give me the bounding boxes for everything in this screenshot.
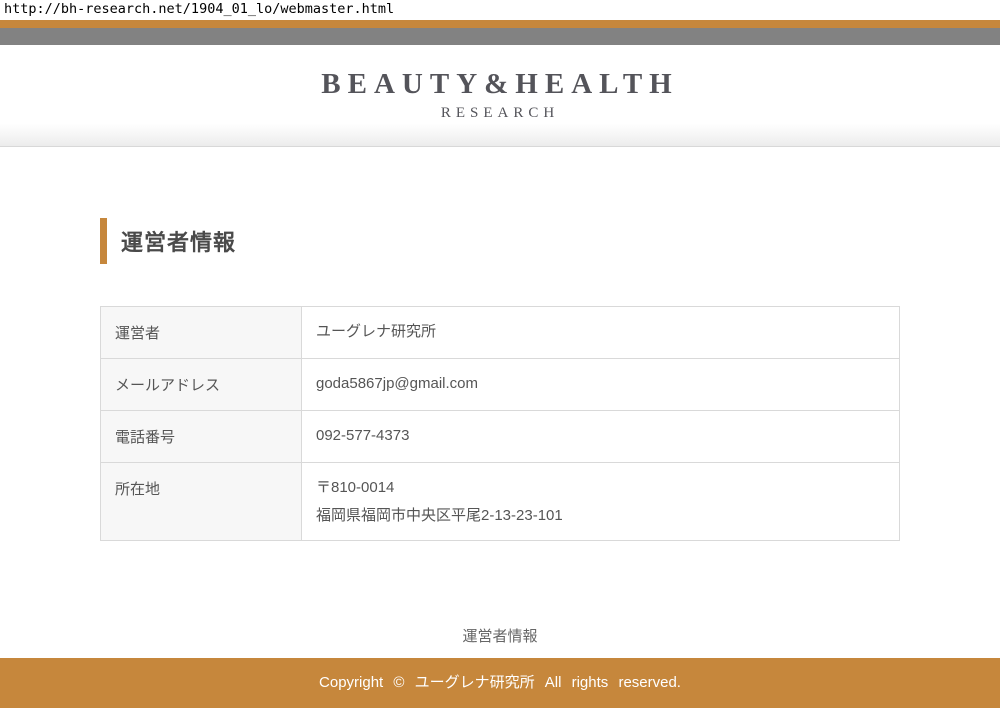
row-value: 092-577-4373 — [302, 411, 900, 463]
row-label: メールアドレス — [101, 359, 302, 411]
row-value-line: ユーグレナ研究所 — [316, 322, 885, 341]
logo-subtitle: RESEARCH — [321, 105, 678, 122]
copyright-bar: Copyright © ユーグレナ研究所 All rights reserved… — [0, 658, 1000, 708]
footer-nav: 運営者情報 — [100, 625, 900, 646]
table-row-email: メールアドレス goda5867jp@gmail.com — [101, 359, 900, 411]
row-value-line: 〒810-0014 — [316, 478, 885, 497]
table-row-phone: 電話番号 092-577-4373 — [101, 411, 900, 463]
heading-accent-bar — [100, 218, 107, 264]
page-title: 運営者情報 — [121, 225, 236, 257]
row-label: 運営者 — [101, 307, 302, 359]
page-url: http://bh-research.net/1904_01_lo/webmas… — [4, 1, 394, 17]
copyright-text: Copyright © ユーグレナ研究所 All rights reserved… — [319, 674, 681, 691]
site-header: BEAUTY&HEALTH RESEARCH — [0, 45, 1000, 147]
site-logo[interactable]: BEAUTY&HEALTH RESEARCH — [321, 69, 678, 123]
row-value: goda5867jp@gmail.com — [302, 359, 900, 411]
logo-title: BEAUTY&HEALTH — [321, 69, 678, 101]
top-gray-bar — [0, 28, 1000, 45]
url-bar: http://bh-research.net/1904_01_lo/webmas… — [0, 0, 1000, 20]
row-value-line: goda5867jp@gmail.com — [316, 374, 885, 393]
top-accent-strip — [0, 20, 1000, 28]
table-row-address: 所在地 〒810-0014 福岡県福岡市中央区平尾2-13-23-101 — [101, 463, 900, 541]
row-value: 〒810-0014 福岡県福岡市中央区平尾2-13-23-101 — [302, 463, 900, 541]
row-value-line: 福岡県福岡市中央区平尾2-13-23-101 — [316, 506, 885, 525]
row-label: 電話番号 — [101, 411, 302, 463]
table-row-operator: 運営者 ユーグレナ研究所 — [101, 307, 900, 359]
operator-info-table: 運営者 ユーグレナ研究所 メールアドレス goda5867jp@gmail.co… — [100, 306, 900, 541]
page: http://bh-research.net/1904_01_lo/webmas… — [0, 0, 1000, 708]
main-content: 運営者情報 運営者 ユーグレナ研究所 メールアドレス goda5867jp@gm… — [100, 218, 900, 646]
footer-link-operator-info[interactable]: 運営者情報 — [462, 628, 537, 645]
row-label: 所在地 — [101, 463, 302, 541]
section-heading: 運営者情報 — [100, 218, 900, 264]
row-value-line: 092-577-4373 — [316, 426, 885, 445]
row-value: ユーグレナ研究所 — [302, 307, 900, 359]
